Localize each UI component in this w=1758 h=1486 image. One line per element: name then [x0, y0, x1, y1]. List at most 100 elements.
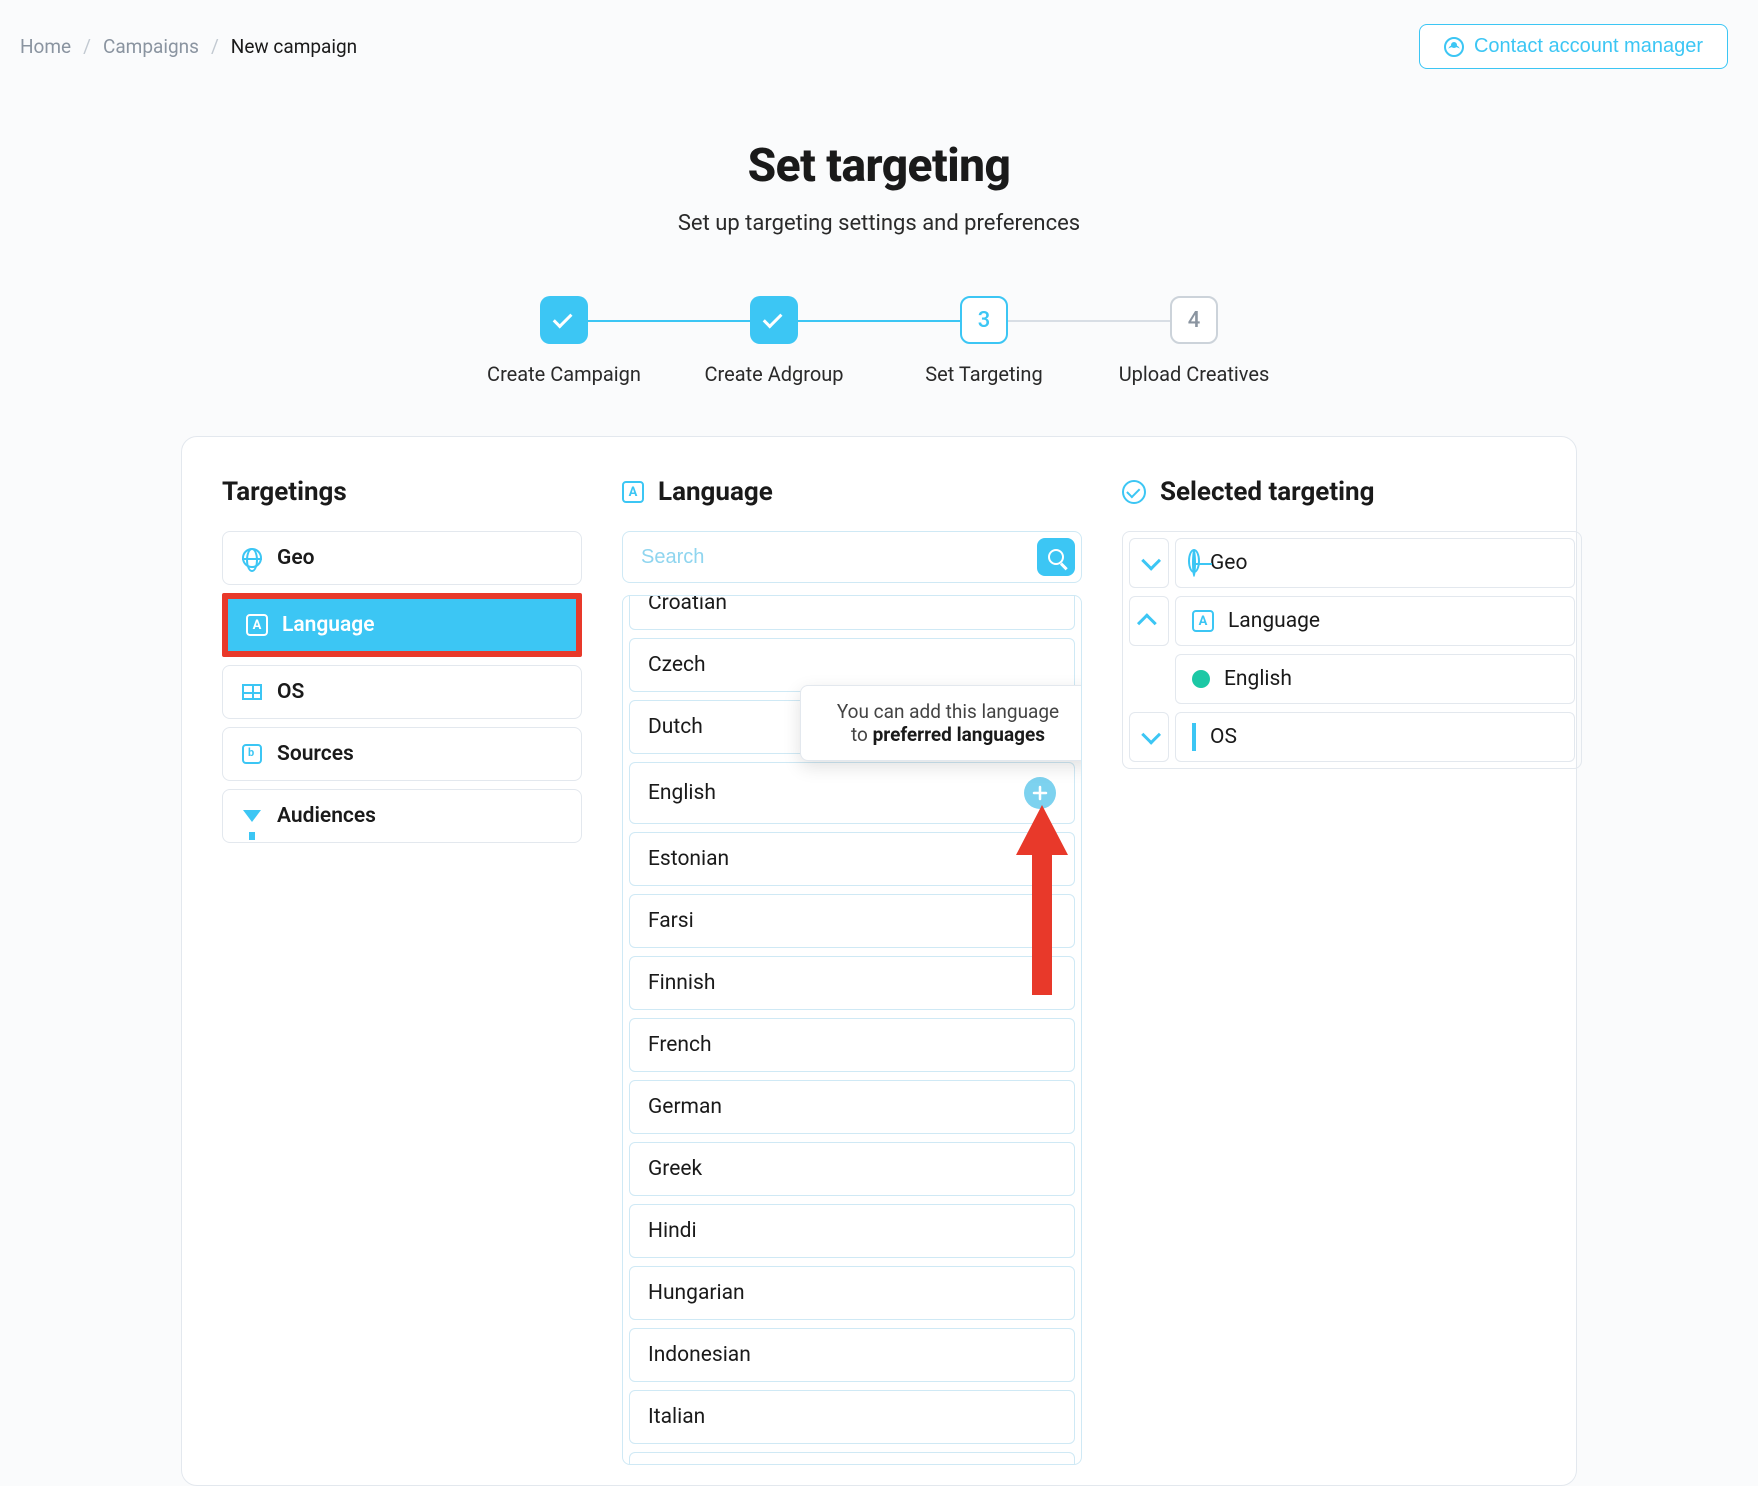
selected-os[interactable]: OS	[1175, 712, 1575, 762]
language-icon: A	[622, 481, 644, 503]
language-label: Farsi	[648, 909, 694, 933]
targeting-geo[interactable]: Geo	[222, 531, 582, 585]
search-icon	[1048, 549, 1064, 565]
step-3-box[interactable]: 3	[960, 296, 1008, 344]
funnel-icon	[241, 805, 263, 827]
targetings-header: Targetings	[222, 477, 582, 507]
language-row-german[interactable]: German	[629, 1080, 1075, 1134]
selected-language-toggle[interactable]	[1129, 596, 1169, 646]
language-row-indonesian[interactable]: Indonesian	[629, 1328, 1075, 1382]
step-1-label: Create Campaign	[487, 362, 641, 386]
stepper: Create Campaign Create Adgroup 3 Set Tar…	[0, 296, 1758, 386]
check-icon	[763, 309, 783, 329]
targeting-sources[interactable]: Sources	[222, 727, 582, 781]
globe-icon	[1192, 551, 1196, 575]
breadcrumb: Home / Campaigns / New campaign	[20, 35, 357, 58]
add-language-tooltip: You can add this language to preferred l…	[800, 685, 1082, 761]
tooltip-line2-bold: preferred languages	[873, 723, 1045, 746]
language-label: Dutch	[648, 715, 703, 739]
selected-language-english[interactable]: English	[1175, 654, 1575, 704]
language-row-english[interactable]: English You can add this language to pre…	[629, 762, 1075, 824]
step-3-label: Set Targeting	[925, 362, 1042, 386]
language-row-hindi[interactable]: Hindi	[629, 1204, 1075, 1258]
selected-os-toggle[interactable]	[1129, 712, 1169, 762]
step-2-box[interactable]	[750, 296, 798, 344]
breadcrumb-home[interactable]: Home	[20, 35, 71, 58]
targeting-sources-label: Sources	[277, 742, 354, 766]
language-label: Croatian	[648, 595, 727, 615]
step-2-label: Create Adgroup	[704, 362, 843, 386]
page-title: Set targeting	[0, 139, 1758, 193]
os-icon	[1192, 725, 1196, 749]
language-row-finnish[interactable]: Finnish	[629, 956, 1075, 1010]
selected-geo-label: Geo	[1210, 551, 1247, 575]
language-row-estonian[interactable]: Estonian	[629, 832, 1075, 886]
language-label: German	[648, 1095, 722, 1119]
targeting-audiences-label: Audiences	[277, 804, 376, 828]
language-column: A Language Croatian Czech Dutch English …	[622, 477, 1082, 1465]
language-label: Hindi	[648, 1219, 697, 1243]
language-icon: A	[1192, 610, 1214, 632]
language-row-french[interactable]: French	[629, 1018, 1075, 1072]
step-4-label: Upload Creatives	[1119, 362, 1270, 386]
selected-language[interactable]: A Language	[1175, 596, 1575, 646]
chevron-up-icon	[1137, 613, 1157, 633]
step-1-box[interactable]	[540, 296, 588, 344]
sources-icon	[241, 743, 263, 765]
search-button[interactable]	[1037, 538, 1075, 576]
page-subtitle: Set up targeting settings and preference…	[0, 211, 1758, 236]
targeting-language-label: Language	[282, 613, 375, 637]
language-label: Czech	[648, 653, 706, 677]
targeting-geo-label: Geo	[277, 546, 315, 570]
language-label: English	[648, 781, 716, 805]
selected-header: Selected targeting	[1122, 477, 1582, 507]
language-label: Italian	[648, 1405, 705, 1429]
language-row-czech[interactable]: Czech	[629, 638, 1075, 692]
selected-geo[interactable]: Geo	[1175, 538, 1575, 588]
step-4-box[interactable]: 4	[1170, 296, 1218, 344]
chevron-down-icon	[1141, 725, 1161, 745]
language-row-hungarian[interactable]: Hungarian	[629, 1266, 1075, 1320]
selected-geo-toggle[interactable]	[1129, 538, 1169, 588]
user-circle-icon	[1444, 37, 1464, 57]
status-dot-icon	[1192, 670, 1210, 688]
language-row-italian[interactable]: Italian	[629, 1390, 1075, 1444]
breadcrumb-campaigns[interactable]: Campaigns	[103, 35, 199, 58]
breadcrumb-sep: /	[211, 35, 219, 58]
selected-targeting-column: Selected targeting Geo A Language Englis…	[1122, 477, 1582, 1465]
check-circle-icon	[1122, 480, 1146, 504]
targeting-language[interactable]: A Language	[228, 599, 576, 651]
contact-account-manager-button[interactable]: Contact account manager	[1419, 24, 1728, 69]
tooltip-line2-prefix: to	[851, 723, 873, 746]
language-label: Finnish	[648, 971, 715, 995]
targetings-column: Targetings Geo A Language OS Sources	[222, 477, 582, 1465]
language-search[interactable]	[622, 531, 1082, 583]
globe-icon	[241, 547, 263, 569]
breadcrumb-current: New campaign	[231, 35, 357, 58]
language-label: Indonesian	[648, 1343, 751, 1367]
language-row-greek[interactable]: Greek	[629, 1142, 1075, 1196]
contact-button-label: Contact account manager	[1474, 35, 1703, 58]
add-language-button[interactable]	[1024, 777, 1056, 809]
os-icon	[241, 681, 263, 703]
targeting-audiences[interactable]: Audiences	[222, 789, 582, 843]
language-label: Greek	[648, 1157, 702, 1181]
language-header-label: Language	[658, 477, 773, 507]
language-label: Hungarian	[648, 1281, 745, 1305]
chevron-down-icon	[1141, 551, 1161, 571]
language-row-croatian[interactable]: Croatian	[629, 595, 1075, 630]
breadcrumb-sep: /	[83, 35, 91, 58]
language-row-japanese[interactable]: Japanese	[629, 1452, 1075, 1465]
selected-os-label: OS	[1210, 725, 1237, 749]
search-input[interactable]	[641, 546, 1037, 569]
targeting-os[interactable]: OS	[222, 665, 582, 719]
language-label: French	[648, 1033, 712, 1057]
language-header: A Language	[622, 477, 1082, 507]
check-icon	[553, 309, 573, 329]
language-row-farsi[interactable]: Farsi	[629, 894, 1075, 948]
language-list[interactable]: Croatian Czech Dutch English You can add…	[622, 595, 1082, 1465]
plus-icon	[1032, 785, 1048, 801]
tooltip-line1: You can add this language	[819, 700, 1077, 723]
selected-header-label: Selected targeting	[1160, 477, 1374, 507]
language-icon: A	[246, 614, 268, 636]
